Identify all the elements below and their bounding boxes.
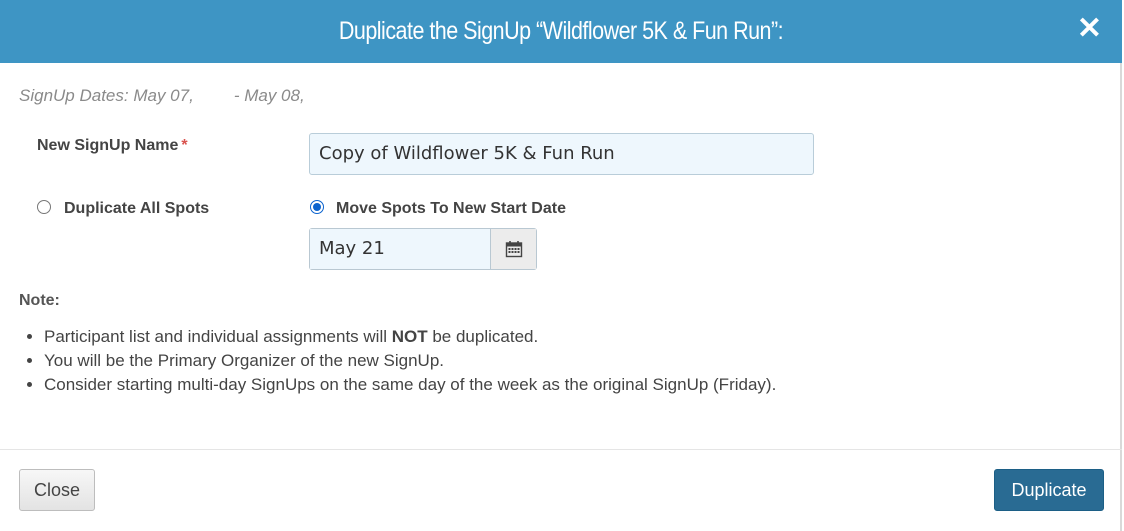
footer-divider (0, 449, 1122, 450)
dialog-title: Duplicate the SignUp “Wildflower 5K & Fu… (338, 17, 784, 45)
duplicate-button[interactable]: Duplicate (994, 469, 1104, 511)
signup-dates-end: - May 08, (233, 86, 305, 105)
signup-dates-start: SignUp Dates: May 07, (19, 86, 194, 105)
required-marker: * (181, 137, 188, 154)
new-signup-name-text: New SignUp Name (37, 137, 179, 154)
new-signup-name-label: New SignUp Name * (37, 137, 188, 155)
move-spots-radio[interactable] (310, 200, 324, 214)
note-item: Participant list and individual assignme… (44, 326, 776, 348)
duplicate-all-spots-radio[interactable] (37, 200, 51, 214)
signup-dates: SignUp Dates: May 07, - May 08, (19, 86, 305, 106)
calendar-button[interactable] (490, 229, 536, 269)
note-text: Consider starting multi-day SignUps on t… (44, 375, 777, 394)
new-signup-name-input[interactable]: Copy of Wildflower 5K & Fun Run (309, 133, 814, 175)
note-item: Consider starting multi-day SignUps on t… (44, 374, 776, 396)
note-title: Note: (19, 292, 60, 309)
duplicate-signup-dialog: Duplicate the SignUp “Wildflower 5K & Fu… (0, 0, 1122, 531)
start-date-picker: May 21 (309, 228, 537, 270)
note-item: You will be the Primary Organizer of the… (44, 350, 776, 372)
note-list: Participant list and individual assignme… (20, 326, 776, 398)
note-text: Participant list and individual assignme… (44, 327, 392, 346)
move-spots-label[interactable]: Move Spots To New Start Date (336, 200, 566, 218)
note-text: You will be the Primary Organizer of the… (44, 351, 445, 370)
start-date-input[interactable]: May 21 (310, 229, 490, 269)
calendar-icon (505, 241, 522, 258)
duplicate-all-spots-label[interactable]: Duplicate All Spots (64, 200, 209, 218)
dialog-header: Duplicate the SignUp “Wildflower 5K & Fu… (0, 0, 1122, 63)
note-text: be duplicated. (427, 327, 539, 346)
close-icon[interactable]: ✕ (1077, 13, 1102, 45)
close-button[interactable]: Close (19, 469, 95, 511)
note-emphasis: NOT (391, 327, 428, 346)
